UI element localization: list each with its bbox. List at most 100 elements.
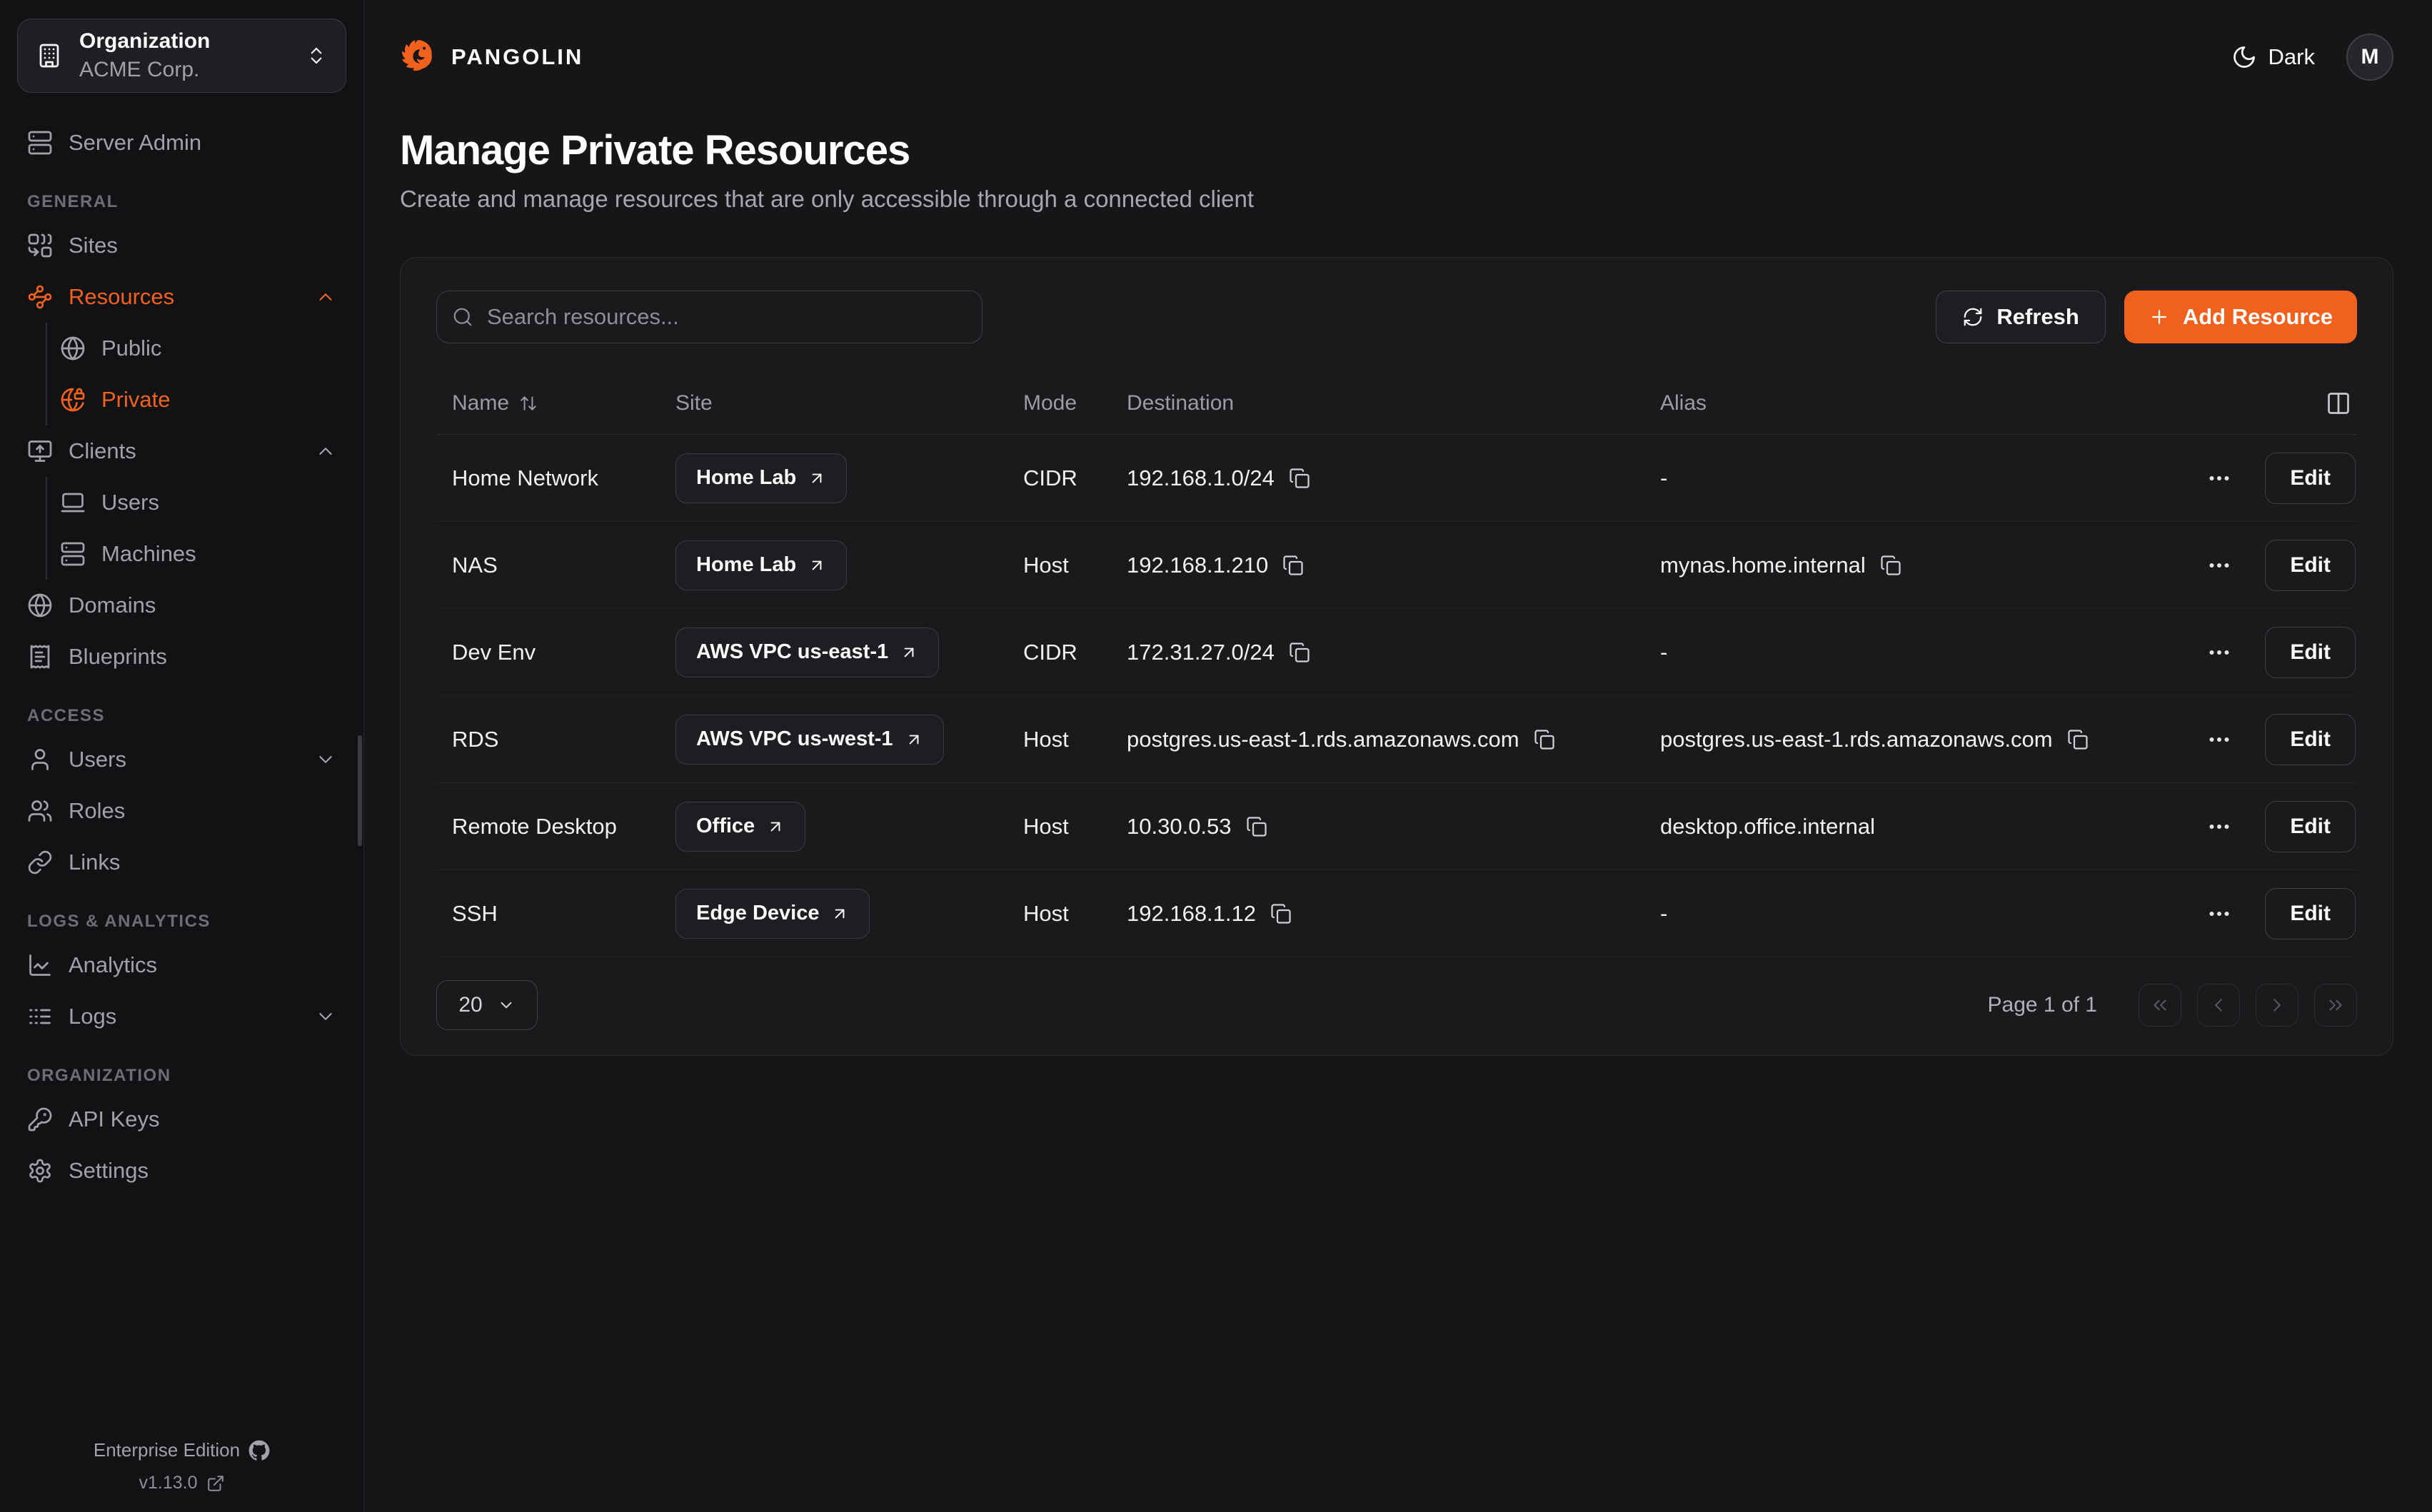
- sidebar-scrollbar[interactable]: [358, 735, 362, 846]
- row-menu-button[interactable]: [2206, 640, 2232, 665]
- add-resource-button[interactable]: Add Resource: [2124, 291, 2357, 343]
- user-icon: [27, 747, 53, 772]
- building-icon: [36, 43, 62, 69]
- sidebar-item-users[interactable]: Users: [17, 734, 346, 785]
- resource-name: SSH: [452, 901, 675, 927]
- site-link[interactable]: AWS VPC us-west-1: [675, 715, 944, 765]
- moon-icon: [2231, 44, 2257, 70]
- refresh-button[interactable]: Refresh: [1936, 291, 2105, 343]
- last-page-button[interactable]: [2314, 984, 2357, 1027]
- receipt-icon: [27, 644, 53, 670]
- edit-button[interactable]: Edit: [2265, 801, 2356, 852]
- site-label: AWS VPC us-west-1: [696, 727, 893, 751]
- copy-icon: [1270, 903, 1292, 924]
- sidebar-item-links[interactable]: Links: [17, 837, 346, 888]
- row-menu-button[interactable]: [2206, 465, 2232, 491]
- chevron-right-icon: [2266, 994, 2288, 1016]
- pagination-controls: Page 1 of 1: [1988, 984, 2357, 1027]
- column-label: Mode: [1023, 391, 1077, 415]
- row-menu-button[interactable]: [2206, 553, 2232, 578]
- org-text: Organization ACME Corp.: [79, 29, 210, 82]
- copy-button[interactable]: [1246, 816, 1267, 837]
- edit-button[interactable]: Edit: [2265, 714, 2356, 765]
- copy-button[interactable]: [2067, 729, 2089, 750]
- sidebar-item-settings[interactable]: Settings: [17, 1145, 346, 1196]
- sidebar-item-label: Links: [69, 850, 120, 875]
- sidebar-item-domains[interactable]: Domains: [17, 580, 346, 631]
- edit-button[interactable]: Edit: [2265, 540, 2356, 591]
- gear-icon: [27, 1158, 53, 1184]
- sidebar-item-public[interactable]: Public: [60, 323, 346, 374]
- sidebar-item-machines[interactable]: Machines: [60, 528, 346, 580]
- resource-mode: Host: [1023, 814, 1127, 840]
- resource-name: Dev Env: [452, 640, 675, 665]
- site-link[interactable]: AWS VPC us-east-1: [675, 628, 939, 677]
- resource-alias: -: [1660, 901, 1667, 927]
- sidebar-nav: Server Admin GENERAL Sites Resources Pub…: [17, 117, 346, 1196]
- resource-destination: 192.168.1.12: [1127, 901, 1256, 927]
- table-row: NAS Home Lab Host 192.168.1.210 mynas.ho…: [436, 522, 2357, 609]
- edit-button[interactable]: Edit: [2265, 627, 2356, 678]
- row-menu-button[interactable]: [2206, 727, 2232, 752]
- page-size-select[interactable]: 20: [436, 980, 538, 1030]
- chevron-down-icon: [315, 1006, 336, 1027]
- sidebar-item-server-admin[interactable]: Server Admin: [17, 117, 346, 168]
- resources-subgroup: Public Private: [46, 323, 346, 425]
- copy-button[interactable]: [1534, 729, 1555, 750]
- row-menu-button[interactable]: [2206, 814, 2232, 840]
- search-input[interactable]: [436, 291, 983, 343]
- section-header-organization: ORGANIZATION: [17, 1058, 346, 1094]
- resource-name: Home Network: [452, 465, 675, 491]
- sidebar-item-client-users[interactable]: Users: [60, 477, 346, 528]
- org-selector[interactable]: Organization ACME Corp.: [17, 19, 346, 93]
- version-line[interactable]: v1.13.0: [139, 1473, 224, 1493]
- copy-button[interactable]: [1880, 555, 1901, 576]
- edit-button[interactable]: Edit: [2265, 453, 2356, 504]
- ellipsis-icon: [2206, 727, 2232, 752]
- sidebar-item-api-keys[interactable]: API Keys: [17, 1094, 346, 1145]
- section-header-access: ACCESS: [17, 698, 346, 734]
- theme-toggle[interactable]: Dark: [2231, 44, 2315, 70]
- sidebar-item-resources[interactable]: Resources: [17, 271, 346, 323]
- copy-button[interactable]: [1270, 903, 1292, 924]
- previous-page-button[interactable]: [2197, 984, 2240, 1027]
- sidebar-item-sites[interactable]: Sites: [17, 220, 346, 271]
- site-link[interactable]: Edge Device: [675, 889, 870, 939]
- server-icon: [27, 130, 53, 156]
- plus-icon: [2149, 306, 2170, 328]
- site-link[interactable]: Home Lab: [675, 540, 847, 590]
- first-page-button[interactable]: [2139, 984, 2181, 1027]
- copy-icon: [2067, 729, 2089, 750]
- column-visibility-button[interactable]: [2110, 390, 2357, 416]
- ellipsis-icon: [2206, 814, 2232, 840]
- toolbar-right: Refresh Add Resource: [1936, 291, 2357, 343]
- edition-line[interactable]: Enterprise Edition: [94, 1439, 270, 1461]
- page-size-value: 20: [458, 993, 482, 1017]
- table-row: Home Network Home Lab CIDR 192.168.1.0/2…: [436, 435, 2357, 522]
- column-header-name[interactable]: Name: [452, 391, 675, 415]
- sidebar-item-label: Private: [101, 387, 170, 413]
- sidebar-item-clients[interactable]: Clients: [17, 425, 346, 477]
- chevron-left-icon: [2208, 994, 2229, 1016]
- site-link[interactable]: Office: [675, 802, 805, 852]
- sidebar-item-roles[interactable]: Roles: [17, 785, 346, 837]
- resource-alias: mynas.home.internal: [1660, 553, 1866, 578]
- table-row: SSH Edge Device Host 192.168.1.12 - Edit: [436, 870, 2357, 957]
- sidebar-item-label: Machines: [101, 541, 196, 567]
- next-page-button[interactable]: [2256, 984, 2298, 1027]
- chevron-up-icon: [315, 286, 336, 308]
- sidebar-item-analytics[interactable]: Analytics: [17, 939, 346, 991]
- column-header-site: Site: [675, 391, 1023, 415]
- sidebar-item-blueprints[interactable]: Blueprints: [17, 631, 346, 682]
- edit-button[interactable]: Edit: [2265, 888, 2356, 939]
- page-title: Manage Private Resources: [400, 126, 2393, 174]
- avatar[interactable]: M: [2346, 34, 2393, 81]
- sidebar-item-logs[interactable]: Logs: [17, 991, 346, 1042]
- resource-mode: Host: [1023, 901, 1127, 927]
- copy-button[interactable]: [1289, 642, 1310, 663]
- row-menu-button[interactable]: [2206, 901, 2232, 927]
- copy-button[interactable]: [1289, 468, 1310, 489]
- site-link[interactable]: Home Lab: [675, 453, 847, 503]
- copy-button[interactable]: [1282, 555, 1304, 576]
- sidebar-item-private[interactable]: Private: [60, 374, 346, 425]
